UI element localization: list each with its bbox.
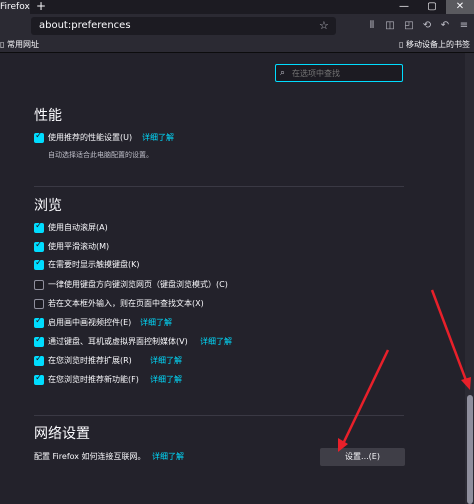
- new-tab-button[interactable]: +: [34, 0, 48, 14]
- sidebar-icon[interactable]: ◫: [382, 17, 398, 35]
- performance-heading: 性能: [34, 108, 62, 124]
- checkbox-checked[interactable]: [34, 373, 44, 385]
- learn-more-link[interactable]: 详细了解: [150, 354, 182, 368]
- minimize-button[interactable]: —: [390, 0, 418, 14]
- option-label: 使用推荐的性能设置(U): [48, 133, 133, 142]
- option-label: 在需要时显示触摸键盘(K): [48, 260, 140, 269]
- url-text: about:preferences: [39, 20, 131, 31]
- option-label: 若在文本框外输入，则在页面中查找文本(X): [48, 299, 204, 308]
- checkbox-checked[interactable]: [34, 354, 44, 366]
- learn-more-link[interactable]: 详细了解: [140, 316, 172, 330]
- option-label: 启用画中画视频控件(E): [48, 318, 132, 327]
- learn-more-link[interactable]: 详细了解: [150, 373, 182, 387]
- menu-icon[interactable]: ≡: [456, 17, 472, 35]
- option-label: 使用自动滚屏(A): [48, 223, 108, 232]
- sync-icon[interactable]: ⟲: [419, 17, 435, 35]
- network-heading: 网络设置: [34, 426, 90, 442]
- bookmark-frequent-sites[interactable]: ▯ 常用网址: [0, 39, 39, 51]
- option-label: 在您浏览时推荐新功能(F): [48, 375, 139, 384]
- checkbox-checked[interactable]: [34, 258, 44, 270]
- maximize-button[interactable]: ▢: [418, 0, 446, 14]
- checkbox-checked[interactable]: [34, 240, 44, 252]
- option-label: 使用平滑滚动(M): [48, 242, 110, 251]
- checkbox-checked[interactable]: [34, 335, 44, 347]
- search-input[interactable]: [292, 66, 397, 80]
- option-label: 通过键盘、耳机或虚拟界面控制媒体(V): [48, 337, 188, 346]
- checkbox-unchecked[interactable]: [34, 299, 44, 309]
- tab-preferences[interactable]: Firefox: [0, 0, 30, 14]
- search-icon: ⌕: [280, 68, 286, 78]
- learn-more-link[interactable]: 详细了解: [142, 131, 174, 145]
- section-divider: [34, 415, 404, 416]
- bookmark-frequent-label: 常用网址: [6, 40, 39, 49]
- tab-title: Firefox: [0, 2, 30, 12]
- tab-bar: Firefox + — ▢ ✕: [0, 0, 474, 14]
- checkbox-checked[interactable]: [34, 221, 44, 233]
- bookmarks-toolbar: ▯ 常用网址 ▯ 移动设备上的书签: [0, 38, 474, 53]
- bookmark-mobile-label: 移动设备上的书签: [406, 40, 470, 49]
- undo-icon[interactable]: ↶: [437, 17, 453, 35]
- checkbox-checked[interactable]: [34, 316, 44, 328]
- section-divider: [34, 186, 404, 187]
- browsing-heading: 浏览: [34, 198, 62, 214]
- library-icon[interactable]: ⫴: [364, 17, 380, 35]
- preferences-search[interactable]: ⌕: [275, 64, 403, 82]
- checkbox-checked[interactable]: [34, 131, 44, 143]
- checkbox-unchecked[interactable]: [34, 280, 44, 290]
- close-button[interactable]: ✕: [446, 0, 474, 14]
- url-bar[interactable]: about:preferences: [31, 17, 336, 35]
- network-settings-button[interactable]: 设置...(E): [320, 448, 405, 466]
- option-label: 一律使用键盘方向键浏览网页（键盘浏览模式）(C): [48, 280, 228, 289]
- network-description: 配置 Firefox 如何连接互联网。: [34, 452, 146, 461]
- scrollbar-thumb[interactable]: [467, 395, 473, 504]
- screenshot-icon[interactable]: ◰: [401, 17, 417, 35]
- bookmark-star-icon[interactable]: ☆: [319, 17, 329, 35]
- learn-more-link[interactable]: 详细了解: [200, 335, 232, 349]
- bookmark-mobile[interactable]: ▯ 移动设备上的书签: [399, 39, 470, 51]
- option-label: 在您浏览时推荐扩展(R): [48, 356, 132, 365]
- performance-description: 自动选择适合此电脑配置的设置。: [48, 151, 153, 159]
- learn-more-link[interactable]: 详细了解: [152, 450, 184, 464]
